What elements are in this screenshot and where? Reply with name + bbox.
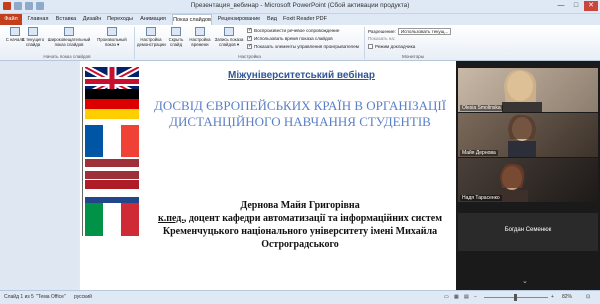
title-bar: Презентация_вебинар - Microsoft PowerPoi… — [0, 0, 600, 14]
slide-thumbnails-pane[interactable] — [0, 61, 78, 290]
video-meeting-panel: Olesia Smolinska Майя Дернова Надя Тарас… — [456, 61, 600, 290]
tab-slide-show[interactable]: Показ слайдов — [172, 14, 212, 25]
from-current-slide-button[interactable]: С текущего слайда — [21, 27, 45, 53]
slideshow-start-icon — [10, 27, 20, 36]
tab-insert[interactable]: Вставка — [54, 14, 78, 25]
participant-tile[interactable]: Майя Дернова — [458, 113, 598, 157]
zoom-slider-thumb[interactable] — [514, 294, 517, 301]
participant-tile[interactable]: Olesia Smolinska — [458, 68, 598, 112]
timer-icon — [195, 27, 205, 36]
setup-show-button[interactable]: Настройка демонстрации — [137, 27, 166, 53]
record-show-button[interactable]: Запись показа слайдов ▾ — [214, 27, 244, 53]
group-label-setup: Настройка — [238, 54, 261, 59]
close-button[interactable]: ✕ — [584, 1, 598, 11]
author-name: Дернова Майя Григорівна — [240, 200, 360, 211]
latvia-flag — [85, 159, 139, 179]
broadcast-icon — [64, 27, 74, 36]
resolution-select[interactable]: Разрешение: Использовать текущ... — [368, 28, 452, 35]
tab-transitions[interactable]: Переходы — [106, 14, 134, 25]
ribbon-tabs: Файл Главная Вставка Дизайн Переходы Ани… — [0, 14, 600, 25]
slide-canvas[interactable]: Міжуніверситетський вебінар ДОСВІД ЄВРОП… — [80, 61, 460, 290]
show-on-select[interactable]: Показать на: — [368, 36, 395, 41]
zoom-in-icon[interactable]: + — [551, 294, 554, 300]
custom-show-icon — [107, 27, 117, 36]
tab-animation[interactable]: Анимация — [138, 14, 168, 25]
slide-heading: ДОСВІД ЄВРОПЕЙСЬКИХ КРАЇН В ОРГАНІЗАЦІЇ … — [153, 98, 447, 129]
setup-icon — [146, 27, 156, 36]
hide-slide-button[interactable]: Скрыть слайд — [166, 27, 186, 53]
tab-design[interactable]: Дизайн — [81, 14, 103, 25]
participant-name: Майя Дернова — [460, 150, 498, 156]
current-slide-icon — [28, 27, 38, 36]
maximize-button[interactable]: □ — [569, 1, 583, 11]
normal-view-icon[interactable]: ▭ — [444, 294, 449, 300]
tab-file[interactable]: Файл — [0, 14, 22, 25]
group-label-start: Начать показ слайдов — [43, 54, 91, 59]
slide-vertical-rule — [82, 67, 83, 236]
broadcast-button[interactable]: Широковещательный показ слайдов — [47, 27, 91, 53]
checkbox-icon — [368, 44, 373, 49]
slideshow-view-icon[interactable]: ▤ — [464, 294, 469, 300]
minimize-button[interactable]: — — [554, 1, 568, 11]
language-indicator[interactable]: русский — [74, 294, 92, 300]
tab-view[interactable]: Вид — [265, 14, 279, 25]
workspace: Міжуніверситетський вебінар ДОСВІД ЄВРОП… — [0, 61, 600, 290]
zoom-level[interactable]: 82% — [562, 294, 572, 300]
group-label-monitors: Мониторы — [402, 54, 424, 59]
author-affiliation: к.пед., доцент кафедри автоматизації та … — [150, 212, 450, 251]
zoom-out-icon[interactable]: − — [474, 294, 477, 300]
checkbox-icon — [247, 35, 252, 41]
participant-tile[interactable]: Богдан Семенюк — [458, 213, 598, 251]
fit-to-window-icon[interactable]: ⊡ — [586, 294, 590, 300]
tab-home[interactable]: Главная — [25, 14, 51, 25]
ribbon-separator — [364, 27, 365, 59]
slide-counter: Слайд 1 из 5 — [4, 294, 34, 300]
presenter-view-checkbox[interactable]: Режим докладчика — [368, 44, 415, 49]
ribbon-separator — [134, 27, 135, 59]
status-bar: Слайд 1 из 5 "Тема Office" русский ▭ ▦ ▤… — [0, 290, 600, 304]
custom-show-button[interactable]: Произвольный показ ▾ — [93, 27, 131, 53]
participant-tile[interactable]: Надя Тарасенко — [458, 158, 598, 202]
hide-slide-icon — [171, 27, 181, 36]
author-position: , доцент кафедри автоматизації та інформ… — [162, 213, 443, 250]
slide-author-block: Дернова Майя Григорівна к.пед., доцент к… — [150, 199, 450, 251]
window-title: Презентация_вебинар - Microsoft PowerPoi… — [190, 2, 410, 9]
germany-flag — [85, 89, 139, 119]
tab-review[interactable]: Рецензирование — [215, 14, 263, 25]
participant-name: Надя Тарасенко — [460, 195, 502, 201]
slide-title: Міжуніверситетський вебінар — [228, 70, 375, 81]
italy-flag — [85, 203, 139, 236]
chevron-down-icon[interactable]: ⌄ — [522, 277, 528, 285]
checkbox-icon — [247, 27, 252, 33]
record-icon — [224, 27, 234, 36]
france-flag — [85, 125, 139, 157]
tab-foxit-pdf[interactable]: Foxit Reader PDF — [282, 14, 328, 25]
rehearse-timings-button[interactable]: Настройка времени — [187, 27, 213, 53]
checkbox-icon — [247, 43, 252, 49]
timings-checkbox[interactable]: Использовать время показа слайдов — [247, 35, 333, 41]
author-degree: к.пед. — [157, 213, 184, 224]
powerpoint-window: Презентация_вебинар - Microsoft PowerPoi… — [0, 0, 600, 304]
slide-sorter-icon[interactable]: ▦ — [454, 294, 459, 300]
ribbon: С начала С текущего слайда Широковещател… — [0, 25, 600, 61]
media-controls-checkbox[interactable]: Показать элементы управления проигрывате… — [247, 43, 359, 49]
participant-name: Olesia Smolinska — [460, 105, 503, 111]
theme-name: "Тема Office" — [36, 294, 66, 300]
participant-name: Богдан Семенюк — [504, 227, 552, 233]
narration-checkbox[interactable]: Воспроизвести речевое сопровождение — [247, 27, 339, 33]
